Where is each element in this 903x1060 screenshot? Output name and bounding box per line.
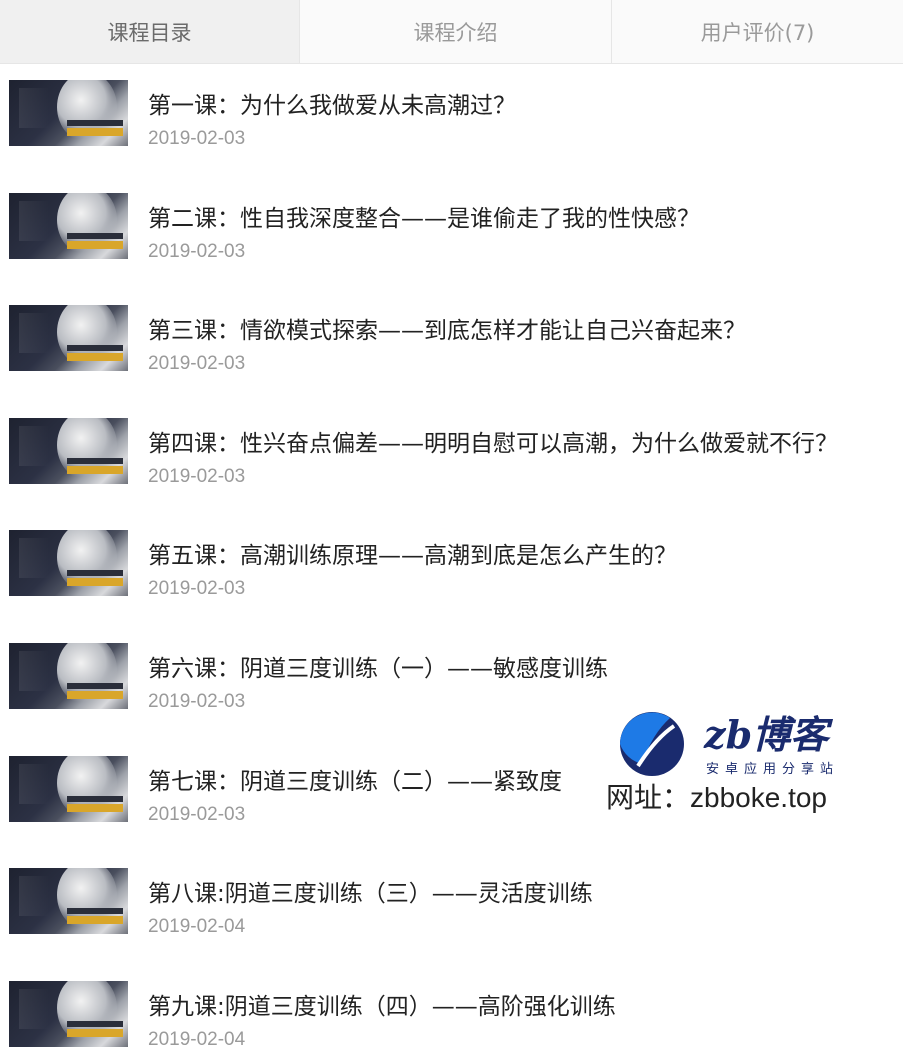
lesson-item[interactable]: 第八课:阴道三度训练（三）——灵活度训练 2019-02-04 [0,852,903,965]
lesson-thumbnail [9,417,128,484]
lesson-title: 第四课：性兴奋点偏差——明明自慰可以高潮，为什么做爱就不行？ [148,430,838,457]
lesson-item[interactable]: 第五课：高潮训练原理——高潮到底是怎么产生的？ 2019-02-03 [0,514,903,627]
lesson-item[interactable]: 第四课：性兴奋点偏差——明明自慰可以高潮，为什么做爱就不行？ 2019-02-0… [0,402,903,515]
lesson-date: 2019-02-04 [148,1028,246,1050]
lesson-date: 2019-02-03 [148,128,246,149]
tab-bar: 课程目录 课程介绍 用户评价(7) [0,0,903,64]
zb-logo-icon [620,712,684,776]
lesson-item[interactable]: 第九课:阴道三度训练（四）——高阶强化训练 2019-02-04 [0,965,903,1060]
lesson-title: 第九课:阴道三度训练（四）——高阶强化训练 [148,993,616,1020]
tab-course-intro[interactable]: 课程介绍 [300,0,612,63]
lesson-title: 第一课：为什么我做爱从未高潮过？ [148,93,516,119]
lesson-list: 第一课：为什么我做爱从未高潮过？ 2019-02-03 第二课：性自我深度整合—… [0,64,903,1060]
lesson-thumbnail [9,192,128,259]
lesson-item[interactable]: 第一课：为什么我做爱从未高潮过？ 2019-02-03 [0,64,903,177]
lesson-date: 2019-02-04 [148,916,246,938]
lesson-date: 2019-02-03 [148,465,246,487]
tab-course-catalog[interactable]: 课程目录 [0,0,300,63]
lesson-thumbnail [9,80,128,146]
lesson-title: 第二课：性自我深度整合——是谁偷走了我的性快感？ [148,205,700,232]
lesson-thumbnail [9,980,128,1047]
lesson-date: 2019-02-03 [148,240,246,262]
lesson-date: 2019-02-03 [148,690,246,712]
watermark-subtitle: 安卓应用分享站 [706,762,840,777]
watermark-url: 网址：zbboke.top [606,782,827,813]
lesson-title: 第三课：情欲模式探索——到底怎样才能让自己兴奋起来？ [148,318,746,345]
lesson-title: 第六课：阴道三度训练（一）——敏感度训练 [148,655,608,682]
lesson-date: 2019-02-03 [148,578,246,600]
lesson-thumbnail [9,305,128,372]
lesson-thumbnail [9,755,128,822]
lesson-thumbnail [9,642,128,709]
lesson-thumbnail [9,530,128,597]
lesson-item[interactable]: 第二课：性自我深度整合——是谁偷走了我的性快感？ 2019-02-03 [0,177,903,290]
lesson-item[interactable]: 第三课：情欲模式探索——到底怎样才能让自己兴奋起来？ 2019-02-03 [0,289,903,402]
lesson-thumbnail [9,868,128,935]
watermark-brand: zb博客 [704,712,829,757]
lesson-title: 第七课：阴道三度训练（二）——紧致度 [148,768,562,795]
lesson-date: 2019-02-03 [148,353,246,375]
watermark: zb博客 安卓应用分享站 网址：zbboke.top [598,700,888,813]
lesson-title: 第八课:阴道三度训练（三）——灵活度训练 [148,881,593,908]
tab-user-reviews[interactable]: 用户评价(7) [612,0,903,63]
lesson-title: 第五课：高潮训练原理——高潮到底是怎么产生的？ [148,543,677,570]
lesson-date: 2019-02-03 [148,803,246,825]
